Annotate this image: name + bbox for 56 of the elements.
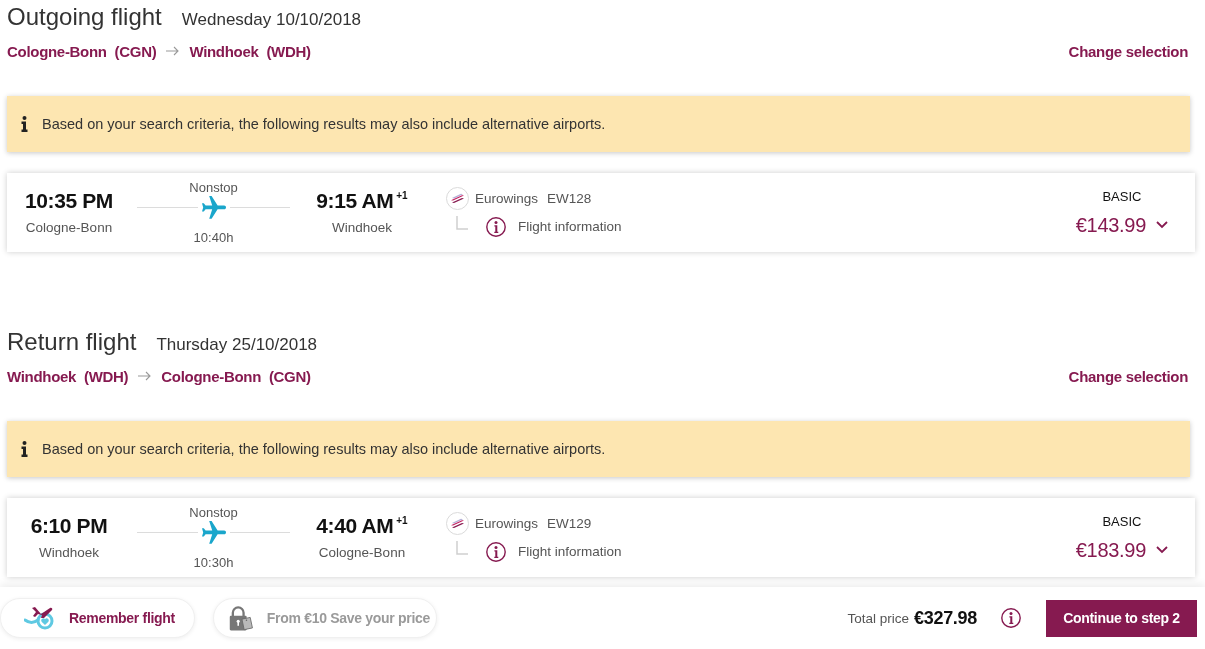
price-button[interactable]: €183.99 — [1075, 537, 1168, 562]
arrow-right-icon — [166, 46, 180, 56]
info-icon — [486, 541, 506, 562]
departure-city: Windhoek — [38, 544, 99, 562]
notice-text: Based on your search criteria, the following results may also include alternative airports. — [42, 441, 606, 457]
continue-button[interactable]: Continue to step 2 — [1046, 599, 1197, 637]
flight-date: Thursday 25/10/2018 — [156, 335, 318, 355]
info-icon — [21, 441, 28, 457]
fare-label: BASIC — [1102, 188, 1142, 205]
corner-line-icon — [456, 215, 468, 230]
duration-text: 10:40h — [193, 229, 234, 246]
airline-logo-icon — [446, 187, 469, 210]
arrival-city: Cologne-Bonn — [318, 544, 406, 562]
airline-name: Eurowings — [475, 516, 539, 531]
flight-date: Wednesday 10/10/2018 — [181, 10, 362, 30]
arrival-city: Windhoek — [331, 219, 392, 237]
airplane-icon — [201, 195, 226, 220]
arrival-time: 4:40 AM — [316, 513, 394, 539]
flight-number: EW129 — [547, 516, 592, 531]
total-price: €327.98 — [914, 607, 977, 629]
flight-number: EW128 — [547, 191, 592, 206]
destination-text: Cologne-Bonn (CGN) — [161, 367, 311, 385]
corner-line-icon — [456, 540, 468, 555]
notice-text: Based on your search criteria, the following results may also include alternative airports. — [42, 116, 606, 132]
stops-text: Nonstop — [189, 504, 238, 521]
airline-name: Eurowings — [475, 191, 539, 206]
plane-heart-icon — [24, 605, 56, 631]
day-offset: +1 — [396, 190, 408, 202]
info-icon — [486, 216, 506, 237]
chevron-down-icon — [1156, 220, 1168, 229]
remember-flight-button[interactable]: Remember flight — [0, 598, 195, 638]
section-title: Return flight — [7, 327, 137, 357]
origin-text: Windhoek (WDH) — [7, 367, 129, 385]
arrow-right-icon — [138, 371, 152, 381]
change-selection-link[interactable]: Change selection — [1068, 42, 1188, 60]
total-label: Total price — [847, 610, 910, 626]
info-icon[interactable] — [1001, 608, 1021, 628]
duration-text: 10:30h — [193, 554, 234, 571]
stops-text: Nonstop — [189, 179, 238, 196]
destination-text: Windhoek (WDH) — [189, 42, 311, 60]
airplane-icon — [201, 520, 226, 545]
departure-time: 10:35 PM — [25, 188, 113, 214]
departure-time: 6:10 PM — [30, 513, 108, 539]
origin-text: Cologne-Bonn (CGN) — [7, 42, 157, 60]
price-button[interactable]: €143.99 — [1075, 212, 1168, 237]
flight-info-link[interactable]: Flight information — [486, 216, 622, 237]
departure-city: Cologne-Bonn — [25, 219, 113, 237]
airline-logo-icon — [446, 512, 469, 535]
arrival-time: 9:15 AM — [316, 188, 394, 214]
section-title: Outgoing flight — [7, 2, 162, 32]
info-icon — [21, 116, 28, 132]
flight-info-link[interactable]: Flight information — [486, 541, 622, 562]
fare-label: BASIC — [1102, 513, 1142, 530]
day-offset: +1 — [396, 515, 408, 527]
change-selection-link[interactable]: Change selection — [1068, 367, 1188, 385]
chevron-down-icon — [1156, 545, 1168, 554]
